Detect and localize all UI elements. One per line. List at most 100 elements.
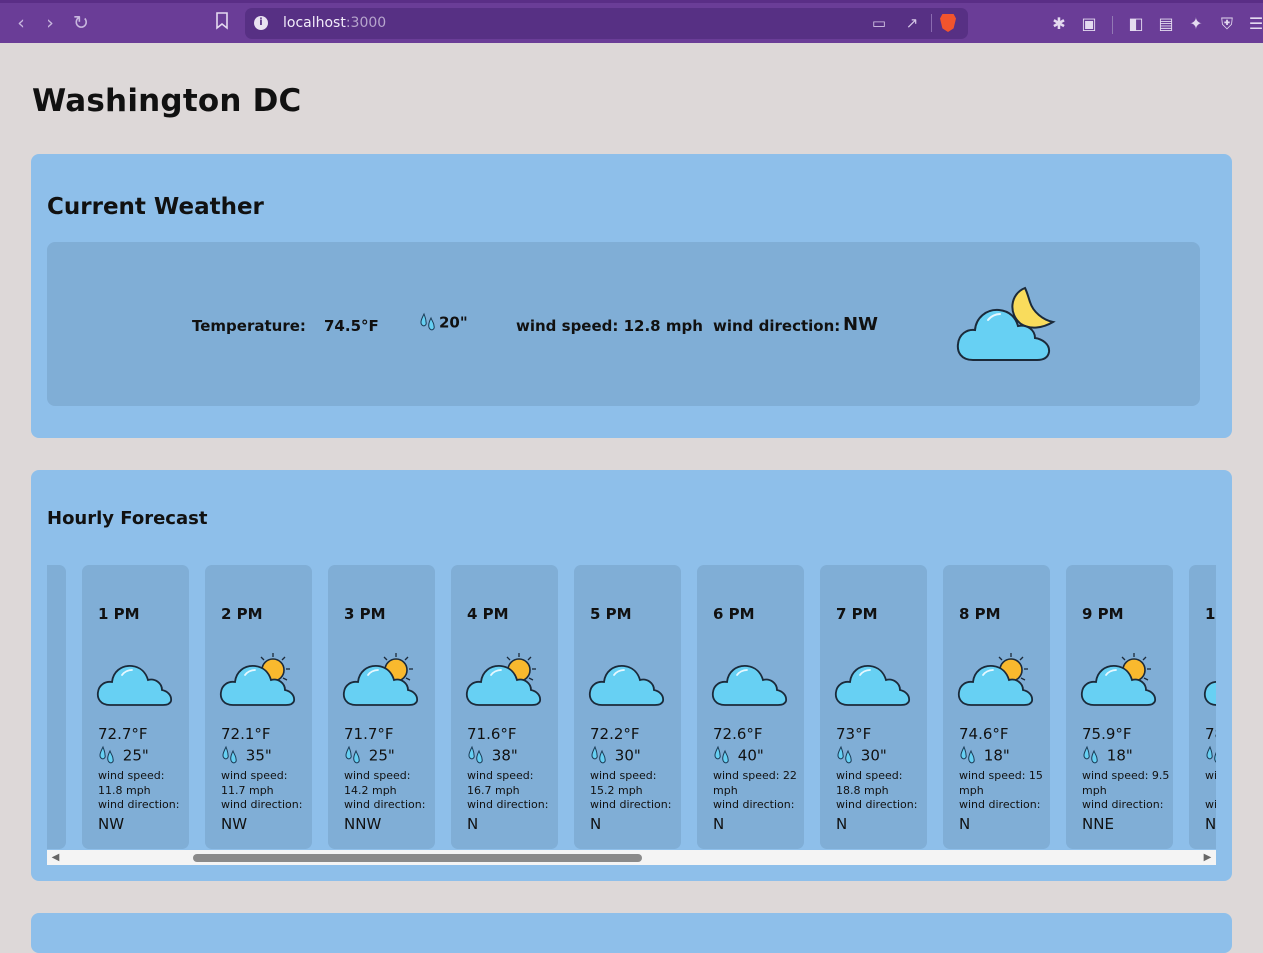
hour-wind-speed: wind speed: 11.8 mph — [98, 769, 165, 797]
site-info-icon[interactable]: i — [254, 16, 268, 30]
scroll-left-arrow-icon[interactable]: ◀ — [50, 852, 61, 863]
raindrops-icon — [591, 745, 606, 764]
cloud-icon — [96, 665, 173, 706]
wallet-icon[interactable]: ▤ — [1156, 14, 1176, 34]
cloud-icon — [711, 665, 788, 706]
hour-precipitation: 30" — [836, 745, 887, 767]
partly-sunny-icon — [342, 653, 419, 706]
tab-search-icon[interactable]: ▣ — [1079, 14, 1099, 34]
hour-time: 8 PM — [959, 605, 1001, 623]
partly-sunny-icon — [465, 653, 542, 706]
wind-direction-value: NW — [843, 314, 878, 335]
hour-time: 1 PM — [98, 605, 140, 623]
url-text[interactable]: localhost:3000 — [283, 15, 386, 31]
hour-card: 6 PM 72.6°F 40" wind speed: 22 mph wind dir… — [697, 565, 804, 849]
sidebar-icon[interactable]: ◧ — [1126, 14, 1146, 34]
scroll-right-arrow-icon[interactable]: ▶ — [1202, 852, 1213, 863]
hour-card: 5 PM 72.2°F 30" wind speed: 15.2 mph wind d… — [574, 565, 681, 849]
hour-card: 2 PM 72.1°F 35" wind speed: 11.7 mph wind d… — [205, 565, 312, 849]
partly-sunny-icon — [1080, 653, 1157, 706]
hour-time: 9 PM — [1082, 605, 1124, 623]
hour-wind-speed: wind speed: 9.5 mph — [1082, 769, 1170, 797]
hour-card: 4 PM 71.6°F 38" wind speed: 16.7 mph wind d… — [451, 565, 558, 849]
hour-card: 10 PM 78 wind speed: 3.3 wind direction: N — [1189, 565, 1216, 849]
hour-precipitation — [1205, 745, 1216, 767]
hour-wind-direction: NW — [98, 815, 125, 833]
hour-wind-direction-label: wind direction: — [959, 798, 1041, 811]
partly-sunny-icon — [957, 653, 1034, 706]
leo-ai-icon[interactable]: ✦ — [1186, 14, 1206, 34]
partly-cloudy-night-icon — [956, 286, 1056, 361]
hour-temperature: 74.6°F — [959, 725, 1009, 743]
cloud-icon — [834, 665, 911, 706]
forward-icon[interactable]: › — [39, 12, 61, 34]
hour-precipitation-value: 30" — [614, 746, 641, 765]
hour-precipitation-value: 35" — [245, 746, 272, 765]
address-bar[interactable]: i localhost:3000 ▭ ↗ — [245, 8, 968, 39]
divider — [931, 14, 932, 32]
hour-temperature: 72.7°F — [98, 725, 148, 743]
wind-direction-label: wind direction: — [713, 317, 841, 335]
current-weather-card: Current Weather Temperature: 74.5°F 20" … — [31, 154, 1232, 438]
hour-wind-direction: NW — [221, 815, 248, 833]
raindrops-icon — [99, 745, 114, 764]
daily-forecast-card — [31, 913, 1232, 953]
hour-precipitation-value: 18" — [1106, 746, 1133, 765]
hour-wind-direction: N — [1205, 815, 1216, 833]
hour-temperature: 71.6°F — [467, 725, 517, 743]
hour-temperature: 72.6°F — [713, 725, 763, 743]
divider — [1112, 16, 1113, 34]
partly-sunny-icon — [1203, 681, 1216, 706]
hour-wind-speed: wind speed: 22 mph — [713, 769, 797, 797]
raindrops-icon — [960, 745, 975, 764]
hour-precipitation: 38" — [467, 745, 518, 767]
hour-precipitation: 35" — [221, 745, 272, 767]
hour-temperature: 71.7°F — [344, 725, 394, 743]
hour-time: 3 PM — [344, 605, 386, 623]
hour-wind-direction-label: wind direction: — [467, 798, 549, 811]
hour-time: 2 PM — [221, 605, 263, 623]
raindrops-icon — [1083, 745, 1098, 764]
hour-precipitation: 18" — [959, 745, 1010, 767]
hour-wind-direction-label: wind direction: — [1082, 798, 1164, 811]
temperature-value: 74.5°F — [324, 317, 379, 335]
hour-wind-direction: NNE — [1082, 815, 1114, 833]
hour-wind-speed: wind speed: 11.7 mph — [221, 769, 288, 797]
hour-wind-direction-label: wind direction: — [98, 798, 180, 811]
hour-temperature: 75.9°F — [1082, 725, 1132, 743]
precipitation-value: 20" — [439, 313, 468, 332]
reload-icon[interactable]: ↻ — [70, 12, 92, 34]
hour-wind-speed: wind speed: 15 mph — [959, 769, 1043, 797]
hour-card: 1 PM 72.7°F 25" wind speed: 11.8 mph wind d… — [82, 565, 189, 849]
extensions-icon[interactable]: ✱ — [1049, 14, 1069, 34]
horizontal-scrollbar[interactable]: ◀ ▶ — [47, 850, 1216, 865]
hour-card: 9 PM 75.9°F 18" wind speed: 9.5 mph wind di… — [1066, 565, 1173, 849]
partly-sunny-icon — [219, 653, 296, 706]
back-icon[interactable]: ‹ — [10, 12, 32, 34]
vpn-shield-icon[interactable]: ⛨ — [1217, 14, 1237, 34]
hourly-forecast-heading: Hourly Forecast — [47, 508, 208, 529]
raindrops-icon — [837, 745, 852, 764]
bookmark-icon[interactable] — [211, 12, 233, 34]
hour-wind-speed: wind speed: 3.3 — [1205, 769, 1216, 782]
hour-time: 10 PM — [1205, 605, 1216, 623]
share-icon[interactable]: ↗ — [903, 14, 921, 32]
hourly-scroller[interactable]: 1 PM 72.7°F 25" wind speed: 11.8 mph wind d… — [47, 565, 1216, 865]
hour-time: 4 PM — [467, 605, 509, 623]
browser-toolbar: ‹ › ↻ i localhost:3000 ▭ ↗ ✱ ▣ ◧ ▤ ✦ ⛨ ☰ — [0, 0, 1263, 43]
hour-precipitation: 25" — [344, 745, 395, 767]
hour-precipitation-value: 30" — [860, 746, 887, 765]
hour-wind-speed: wind speed: 16.7 mph — [467, 769, 534, 797]
hour-precipitation: 40" — [713, 745, 764, 767]
cast-icon[interactable]: ▭ — [870, 14, 888, 32]
precipitation: 20" — [419, 312, 468, 334]
menu-icon[interactable]: ☰ — [1246, 14, 1263, 34]
scrollbar-thumb[interactable] — [193, 854, 642, 862]
page-title: Washington DC — [32, 83, 302, 119]
raindrops-icon — [222, 745, 237, 764]
brave-shields-icon[interactable] — [940, 14, 956, 32]
hour-card: 8 PM 74.6°F 18" wind speed: 15 mph wind dir… — [943, 565, 1050, 849]
raindrops-icon — [1206, 745, 1216, 763]
hour-wind-direction-label: wind direction: — [836, 798, 918, 811]
hour-temperature: 73°F — [836, 725, 872, 743]
